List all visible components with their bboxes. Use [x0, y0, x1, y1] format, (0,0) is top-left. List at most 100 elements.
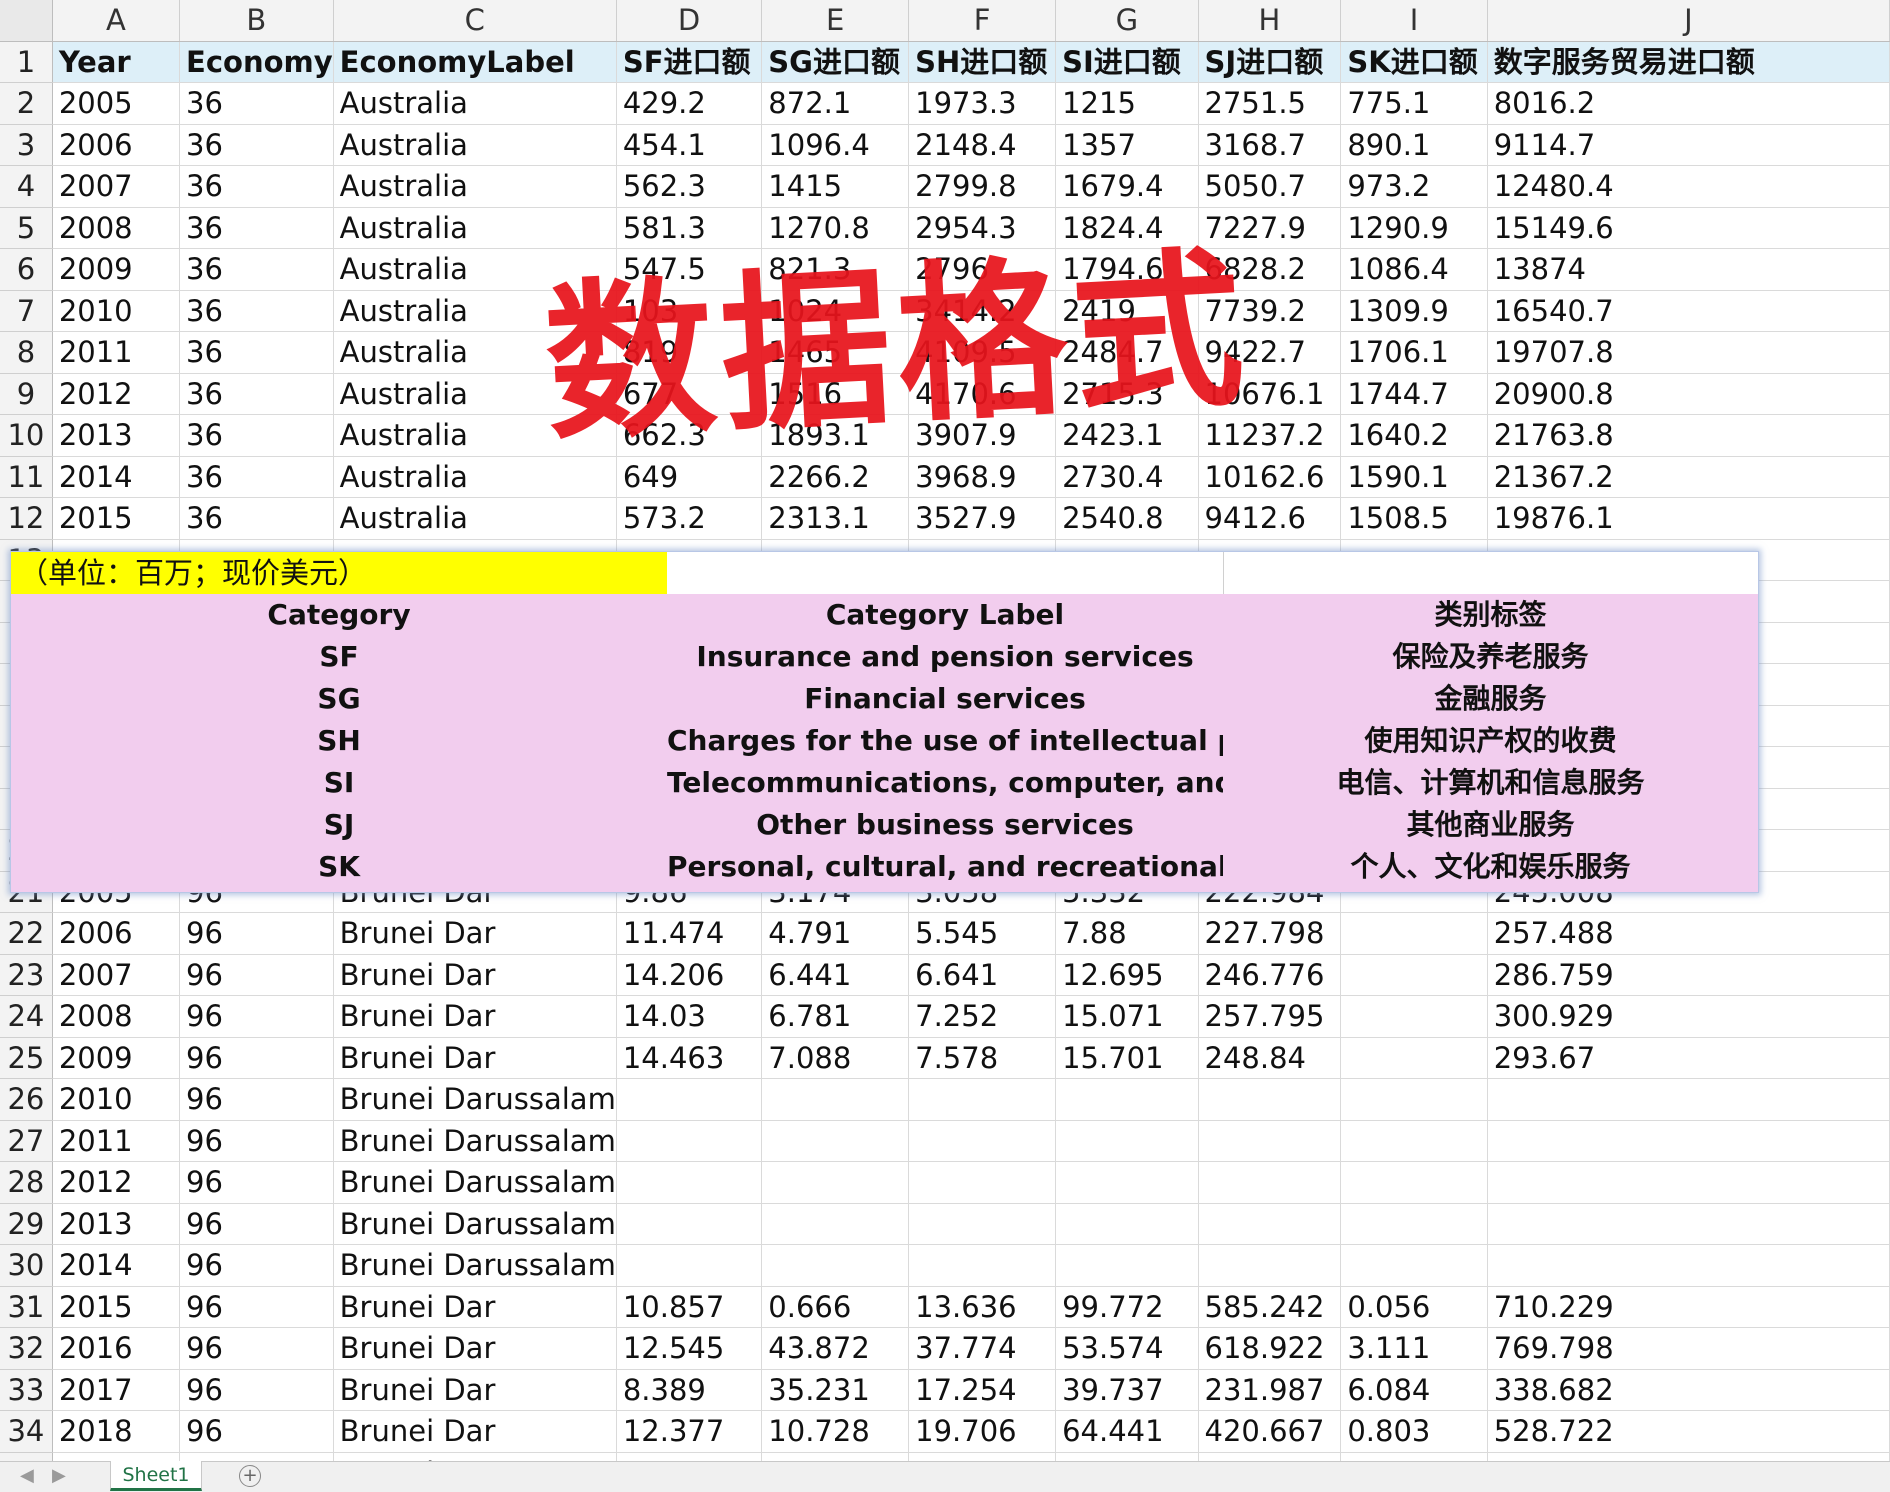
- cell[interactable]: 10.857: [616, 1286, 763, 1328]
- cell[interactable]: 37.774: [908, 1327, 1057, 1370]
- cell[interactable]: Australia: [333, 165, 617, 208]
- cell[interactable]: Australia: [333, 248, 617, 291]
- cell[interactable]: 13874: [1487, 248, 1890, 291]
- cell[interactable]: 7.088: [761, 1037, 910, 1079]
- cell[interactable]: 12.695: [1055, 954, 1199, 996]
- cell[interactable]: 1215: [1055, 82, 1199, 125]
- select-all-corner[interactable]: [0, 0, 53, 42]
- cell[interactable]: 581.3: [616, 207, 763, 249]
- header-cell[interactable]: SK进口额: [1340, 41, 1488, 83]
- cell[interactable]: 1893.1: [761, 414, 910, 457]
- column-header-c[interactable]: C: [333, 0, 617, 42]
- cell[interactable]: 15.701: [1055, 1037, 1199, 1079]
- header-cell[interactable]: SG进口额: [761, 41, 910, 83]
- cell[interactable]: 1706.1: [1340, 331, 1488, 374]
- cell[interactable]: 1309.9: [1340, 290, 1488, 332]
- cell[interactable]: [761, 1078, 910, 1121]
- row-header[interactable]: 27: [0, 1120, 53, 1162]
- cell[interactable]: 15149.6: [1487, 207, 1890, 249]
- prev-sheet-arrow-icon[interactable]: ◀: [20, 1465, 34, 1486]
- cell[interactable]: 12.377: [616, 1410, 763, 1453]
- row-header[interactable]: 9: [0, 373, 53, 415]
- cell[interactable]: 36: [179, 290, 334, 332]
- cell[interactable]: 2009: [52, 1037, 181, 1079]
- cell[interactable]: 96: [179, 1286, 334, 1328]
- cell[interactable]: 64.441: [1055, 1410, 1199, 1453]
- cell[interactable]: 2540.8: [1055, 497, 1199, 540]
- cell[interactable]: Brunei Dar: [333, 954, 617, 996]
- cell[interactable]: 12.545: [616, 1327, 763, 1370]
- cell[interactable]: 39.737: [1055, 1369, 1199, 1411]
- cell[interactable]: 14.206: [616, 954, 763, 996]
- cell[interactable]: Australia: [333, 414, 617, 457]
- cell[interactable]: [1340, 1078, 1488, 1121]
- cell[interactable]: Brunei Dar: [333, 1286, 617, 1328]
- cell[interactable]: 2715.3: [1055, 373, 1199, 415]
- row-header[interactable]: 22: [0, 912, 53, 955]
- cell[interactable]: 775.1: [1340, 82, 1488, 125]
- cell[interactable]: [1055, 1244, 1199, 1287]
- cell[interactable]: 0.666: [761, 1286, 910, 1328]
- sheet-tab-sheet1[interactable]: Sheet1: [110, 1461, 202, 1491]
- cell[interactable]: 96: [179, 1244, 334, 1287]
- header-cell[interactable]: SI进口额: [1055, 41, 1199, 83]
- cell[interactable]: 420.667: [1198, 1410, 1342, 1453]
- cell[interactable]: 1.048: [1340, 1452, 1488, 1461]
- cell[interactable]: 6828.2: [1198, 248, 1342, 291]
- cell[interactable]: 99.772: [1055, 1286, 1199, 1328]
- column-header-b[interactable]: B: [179, 0, 334, 42]
- cell[interactable]: 7227.9: [1198, 207, 1342, 249]
- cell[interactable]: 2005: [52, 82, 181, 125]
- cell[interactable]: [616, 1078, 763, 1121]
- cell[interactable]: 464.528: [1198, 1452, 1342, 1461]
- cell[interactable]: 2799.8: [908, 165, 1057, 208]
- cell[interactable]: 1024: [761, 290, 910, 332]
- cell[interactable]: 6.641: [908, 954, 1057, 996]
- row-header[interactable]: 5: [0, 207, 53, 249]
- cell[interactable]: 1640.2: [1340, 414, 1488, 457]
- row-header[interactable]: 1: [0, 41, 53, 83]
- cell[interactable]: 6.084: [1340, 1369, 1488, 1411]
- cell[interactable]: 6.441: [761, 954, 910, 996]
- cell[interactable]: Brunei Dar: [333, 1037, 617, 1079]
- cell[interactable]: 2730.4: [1055, 456, 1199, 498]
- cell[interactable]: 2313.1: [761, 497, 910, 540]
- cell[interactable]: Brunei Dar: [333, 1410, 617, 1453]
- cell[interactable]: 2011: [52, 1120, 181, 1162]
- cell[interactable]: 8.389: [616, 1369, 763, 1411]
- cell[interactable]: 1415: [761, 165, 910, 208]
- cell[interactable]: 2015: [52, 1286, 181, 1328]
- cell[interactable]: [1055, 1078, 1199, 1121]
- cell[interactable]: 1973.3: [908, 82, 1057, 125]
- cell[interactable]: 103: [616, 290, 763, 332]
- cell[interactable]: 2008: [52, 995, 181, 1038]
- cell[interactable]: 36: [179, 497, 334, 540]
- cell[interactable]: Brunei Dar: [333, 912, 617, 955]
- cell[interactable]: 12480.4: [1487, 165, 1890, 208]
- cell[interactable]: 618.922: [1198, 1327, 1342, 1370]
- cell[interactable]: 1824.4: [1055, 207, 1199, 249]
- cell[interactable]: 3.111: [1340, 1327, 1488, 1370]
- next-sheet-arrow-icon[interactable]: ▶: [52, 1465, 66, 1486]
- cell[interactable]: 7.88: [1055, 912, 1199, 955]
- cell[interactable]: 1357: [1055, 124, 1199, 166]
- cell[interactable]: 3527.9: [908, 497, 1057, 540]
- cell[interactable]: 3414.2: [908, 290, 1057, 332]
- row-header[interactable]: 31: [0, 1286, 53, 1328]
- header-cell[interactable]: EconomyLabel: [333, 41, 617, 83]
- column-header-j[interactable]: J: [1487, 0, 1890, 42]
- cell[interactable]: Australia: [333, 373, 617, 415]
- row-header[interactable]: 12: [0, 497, 53, 540]
- cell[interactable]: 96: [179, 1161, 334, 1204]
- column-header-i[interactable]: I: [1340, 0, 1488, 42]
- cell[interactable]: 19.706: [908, 1410, 1057, 1453]
- cell[interactable]: 528.722: [1487, 1410, 1890, 1453]
- cell[interactable]: 819: [616, 331, 763, 374]
- header-cell[interactable]: SH进口额: [908, 41, 1057, 83]
- row-header[interactable]: 11: [0, 456, 53, 498]
- column-header-d[interactable]: D: [616, 0, 763, 42]
- cell[interactable]: Australia: [333, 456, 617, 498]
- cell[interactable]: 2007: [52, 954, 181, 996]
- cell[interactable]: 1794.6: [1055, 248, 1199, 291]
- cell[interactable]: 3168.7: [1198, 124, 1342, 166]
